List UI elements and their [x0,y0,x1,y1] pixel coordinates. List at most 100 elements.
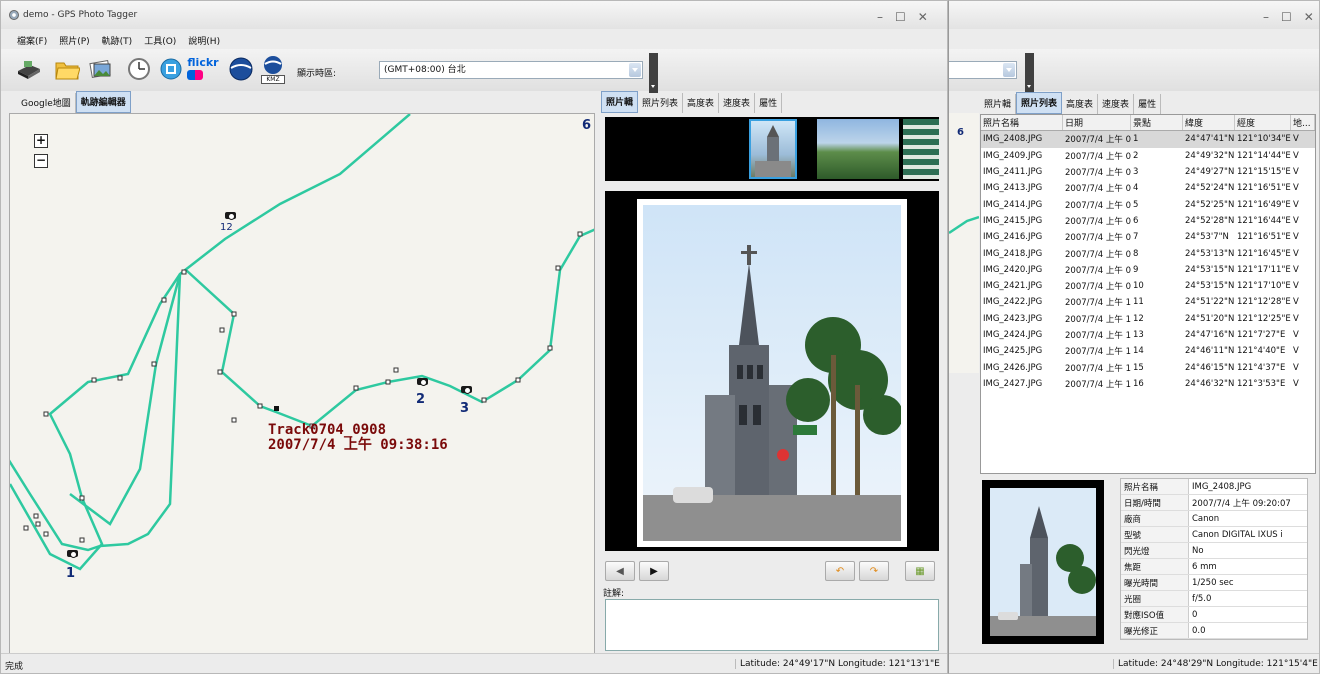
close-button[interactable]: ✕ [918,10,928,24]
toolbar-overflow-button[interactable] [649,53,658,93]
column-header-name[interactable]: 照片名稱 [981,115,1063,131]
menu-help[interactable]: 說明(H) [188,34,220,47]
menu-file[interactable]: 檔案(F) [17,34,47,47]
flickr-button[interactable]: flickr [187,54,219,84]
table-cell: V [1293,330,1299,340]
export-kmz-button[interactable]: KMZ [259,54,287,84]
tab-altitude-2[interactable]: 高度表 [1062,94,1099,114]
table-cell: V [1293,346,1299,357]
thumbnail-strip [605,117,939,181]
table-row[interactable]: IMG_2413.JPG 2007/7/4 上午 09:4 24°52'24"N12… [981,180,1315,196]
camera-icon[interactable] [460,384,474,394]
track-map[interactable]: + − 12 1 2 3 6 Track0704_0908 2007/7/4 上… [9,113,595,655]
add-photos-button[interactable] [87,54,115,84]
menu-tools[interactable]: 工具(O) [144,34,176,47]
rotate-left-button[interactable]: ↶ [825,561,855,581]
tab-photo-album-2[interactable]: 照片輯 [980,94,1017,114]
table-row[interactable]: IMG_2411.JPG 2007/7/4 上午 09:3 24°49'27"N12… [981,164,1315,180]
table-row[interactable]: IMG_2426.JPG 2007/7/4 上午 10:15 24°46'15"N1… [981,359,1315,375]
close-button[interactable]: ✕ [1304,10,1314,24]
minimize-button[interactable]: – [877,10,883,24]
table-cell: 24°52'24"N [1185,183,1235,194]
table-row[interactable]: IMG_2409.JPG 2007/7/4 上午 09:2 24°49'32"N12… [981,148,1315,164]
exif-key: 光圈 [1121,591,1189,606]
exif-row: 廠商 Canon [1121,511,1307,527]
tab-google-map[interactable]: Google地圖 [17,93,76,113]
table-row[interactable]: IMG_2423.JPG 2007/7/4 上午 10:12 24°51'20"N1… [981,311,1315,327]
chevron-down-icon [1003,63,1015,77]
table-row[interactable]: IMG_2416.JPG 2007/7/4 上午 09:7 24°53'7"N 121… [981,229,1315,245]
rotate-right-icon: ↷ [869,565,879,577]
next-photo-button[interactable]: ▶ [639,561,669,581]
tab-altitude[interactable]: 高度表 [683,93,720,113]
column-header-lon[interactable]: 經度 [1235,115,1291,131]
thumbnail-fence[interactable] [903,119,939,179]
tab-speed-2[interactable]: 速度表 [1098,94,1135,114]
tab-properties[interactable]: 屬性 [755,93,783,113]
edit-photo-button[interactable]: ▦ [905,561,935,581]
table-cell: 121°12'28"E [1237,297,1291,308]
notes-textarea[interactable] [605,599,939,651]
previous-photo-button[interactable]: ◀ [605,561,635,581]
table-cell: IMG_2424.JPG [983,330,1043,340]
table-cell: IMG_2413.JPG [983,183,1043,194]
column-header-geo[interactable]: 地... [1291,115,1315,131]
tab-properties-2[interactable]: 屬性 [1134,94,1162,114]
menu-track[interactable]: 軌跡(T) [102,34,133,47]
table-cell: 121°16'51"E [1237,232,1291,243]
thumbnail-selected[interactable] [749,119,797,179]
table-row[interactable]: IMG_2414.JPG 2007/7/4 上午 09:5 24°52'25"N12… [981,196,1315,212]
exif-row: 閃光燈 No [1121,543,1307,559]
open-folder-button[interactable] [53,54,81,84]
exif-value: 1/250 sec [1192,577,1234,588]
thumbnail-landscape[interactable] [817,119,899,179]
rotate-right-button[interactable]: ↷ [859,561,889,581]
table-row[interactable]: IMG_2418.JPG 2007/7/4 上午 09:8 24°53'13"N12… [981,245,1315,261]
table-cell: IMG_2421.JPG [983,281,1043,292]
photo-list[interactable]: 照片名稱 日期 景點 緯度 經度 地... IMG_2408.JPG 2007/7… [980,114,1316,474]
table-cell: V [1293,215,1299,226]
table-cell: 24°46'32"N [1185,378,1235,389]
table-row[interactable]: IMG_2427.JPG 2007/7/4 上午 10:16 24°46'32"N1… [981,376,1315,392]
tab-photo-list-2[interactable]: 照片列表 [1016,92,1063,114]
import-gps-button[interactable] [15,54,43,84]
zoom-out-button[interactable]: − [34,154,48,168]
maximize-button[interactable]: ☐ [895,10,906,24]
tab-photo-list[interactable]: 照片列表 [638,93,684,113]
table-cell: 2007/7/4 上午 09: [1065,216,1131,227]
marker-label-1: 1 [66,566,76,581]
table-cell: 121°4'37"E [1237,362,1286,373]
column-header-lat[interactable]: 緯度 [1183,115,1235,131]
table-cell: 11 [1133,297,1144,308]
table-row[interactable]: IMG_2408.JPG 2007/7/4 上午 09:1 24°47'41"N12… [981,131,1315,148]
flickr-icon: flickr [187,57,219,80]
table-cell: V [1293,134,1299,145]
column-header-spot[interactable]: 景點 [1131,115,1183,131]
tab-speed[interactable]: 速度表 [719,93,756,113]
table-cell: 121°16'44"E [1237,215,1291,226]
camera-icon[interactable] [224,210,238,220]
timezone-select[interactable]: (GMT+08:00) 台北 [379,61,643,79]
camera-icon[interactable] [416,376,430,386]
column-header-date[interactable]: 日期 [1063,115,1131,131]
table-row[interactable]: IMG_2420.JPG 2007/7/4 上午 09:9 24°53'15"N12… [981,262,1315,278]
sync-button[interactable] [157,54,185,84]
exif-key: 對應ISO值 [1121,607,1189,622]
menu-photo[interactable]: 照片(P) [59,34,89,47]
exif-key: 廠商 [1121,511,1189,526]
minimize-button[interactable]: – [1263,10,1269,24]
tab-track-editor[interactable]: 軌跡編輯器 [75,91,131,113]
timezone-select-2[interactable] [949,61,1017,79]
time-offset-button[interactable] [125,54,153,84]
table-row[interactable]: IMG_2422.JPG 2007/7/4 上午 10:11 24°51'22"N1… [981,294,1315,310]
google-earth-button[interactable] [227,54,255,84]
toolbar-overflow-button-2[interactable] [1025,53,1034,93]
camera-icon[interactable] [66,548,80,558]
table-row[interactable]: IMG_2415.JPG 2007/7/4 上午 09:6 24°52'28"N12… [981,213,1315,229]
table-row[interactable]: IMG_2425.JPG 2007/7/4 上午 10:14 24°46'11"N1… [981,343,1315,359]
zoom-in-button[interactable]: + [34,134,48,148]
table-row[interactable]: IMG_2424.JPG 2007/7/4 上午 10:13 24°47'16"N1… [981,327,1315,343]
table-row[interactable]: IMG_2421.JPG 2007/7/4 上午 09:10 24°53'15"N1… [981,278,1315,294]
maximize-button[interactable]: ☐ [1281,10,1292,24]
tab-photo-album[interactable]: 照片輯 [601,91,639,113]
